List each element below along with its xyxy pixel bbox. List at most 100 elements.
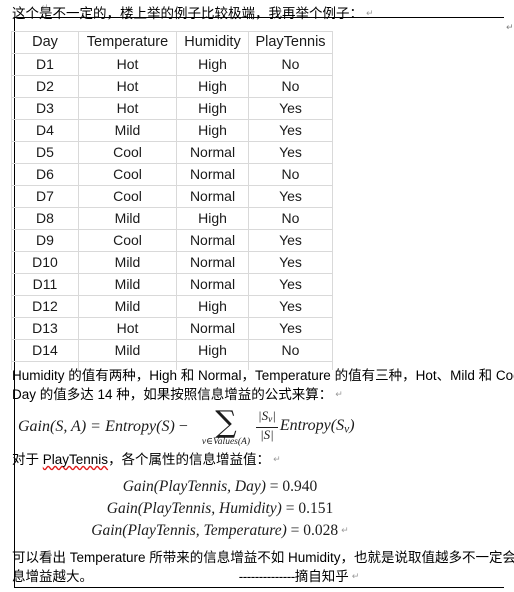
cell-temperature: Cool xyxy=(78,229,177,252)
summation-subscript: v∈Values(A) xyxy=(201,437,250,447)
gain-equals: = xyxy=(269,478,279,495)
cell-playtennis: Yes xyxy=(248,119,333,142)
table-row: D10 Mild Normal Yes xyxy=(11,251,333,274)
cell-day: D2 xyxy=(11,75,79,98)
table-row: D9 Cool Normal Yes xyxy=(11,229,333,252)
cell-temperature: Hot xyxy=(78,75,177,98)
cell-playtennis: Yes xyxy=(248,229,333,252)
cell-temperature: Hot xyxy=(78,317,177,340)
cell-playtennis: Yes xyxy=(248,251,333,274)
cell-humidity: High xyxy=(176,75,249,98)
cell-playtennis: No xyxy=(248,53,333,76)
cell-day: D10 xyxy=(11,251,79,274)
paragraph-mark-icon: ↵ xyxy=(341,525,349,536)
cell-temperature: Mild xyxy=(78,339,177,362)
cell-humidity: Normal xyxy=(176,229,249,252)
table-row: D2 Hot High No xyxy=(11,75,333,98)
paragraph-mark-icon: ↵ xyxy=(351,571,360,582)
gain-result-row: Gain(PlayTennis, Humidity) = 0.151 xyxy=(0,498,440,520)
conclusion-paragraph: 可以看出 Temperature 所带来的信息增益不如 Humidity，也就是… xyxy=(12,548,514,584)
cell-day: D1 xyxy=(11,53,79,76)
cell-temperature: Cool xyxy=(78,141,177,164)
paragraph-mark-icon: ↵ xyxy=(273,454,281,465)
column-header-day: Day xyxy=(11,31,79,54)
gain-equals: = xyxy=(290,522,300,539)
summation-block: ∑ v∈Values(A) xyxy=(201,405,250,448)
cell-day: D13 xyxy=(11,317,79,340)
cell-temperature: Hot xyxy=(78,53,177,76)
gain-results-block: Gain(PlayTennis, Day) = 0.940 Gain(PlayT… xyxy=(0,476,440,542)
cell-playtennis: No xyxy=(248,75,333,98)
gain-value: 0.151 xyxy=(298,500,334,517)
cell-playtennis: Yes xyxy=(248,317,333,340)
for-prefix: 对于 xyxy=(12,452,43,467)
table-row: D3 Hot High Yes xyxy=(11,97,333,120)
explanation-line-2: Day 的值多达 14 种，如果按照信息增益的公式来算： xyxy=(12,387,333,402)
cell-day: D8 xyxy=(11,207,79,230)
gain-expression: Gain(PlayTennis, Humidity) xyxy=(106,500,282,517)
cell-day: D6 xyxy=(11,163,79,186)
explanation-line-2-wrapper: Day 的值多达 14 种，如果按照信息增益的公式来算： ↵ xyxy=(12,385,343,404)
signature-dashes: -------------- xyxy=(238,569,295,584)
cell-playtennis: Yes xyxy=(248,185,333,208)
cell-playtennis: Yes xyxy=(248,141,333,164)
formula-lhs: Gain(S, A) xyxy=(18,417,87,435)
intro-paragraph: 这个是不一定的，楼上举的例子比较极端，我再举个例子： ↵ xyxy=(12,5,374,23)
table-row: D13 Hot Normal Yes xyxy=(11,317,333,340)
conclusion-line-2: 息增益越大。 xyxy=(12,569,93,584)
cell-humidity: High xyxy=(176,295,249,318)
gain-result-row: Gain(PlayTennis, Temperature) = 0.028 ↵ xyxy=(0,520,440,542)
table-row: D1 Hot High No xyxy=(11,53,333,76)
formula-entropy-s: Entropy(S) xyxy=(105,417,175,435)
misspelled-word-playtennis: PlayTennis xyxy=(42,452,109,467)
paragraph-mark-icon: ↵ xyxy=(335,389,343,400)
cell-humidity: High xyxy=(176,207,249,230)
formula-equals: = xyxy=(91,417,101,435)
cell-day: D3 xyxy=(11,97,79,120)
cell-day: D4 xyxy=(11,119,79,142)
gain-equals: = xyxy=(285,500,295,517)
cell-day: D12 xyxy=(11,295,79,318)
cell-temperature: Mild xyxy=(78,207,177,230)
table-row: D11 Mild Normal Yes xyxy=(11,273,333,296)
cell-humidity: High xyxy=(176,53,249,76)
conclusion-line-1: 可以看出 Temperature 所带来的信息增益不如 Humidity，也就是… xyxy=(12,550,514,565)
explanation-paragraph: Humidity 的值有两种，High 和 Normal，Temperature… xyxy=(12,366,514,402)
cell-playtennis: No xyxy=(248,207,333,230)
playtennis-data-table: Day Temperature Humidity PlayTennis D1 Ho… xyxy=(11,31,333,370)
formula-minus: − xyxy=(178,417,188,435)
cell-humidity: High xyxy=(176,97,249,120)
gain-value: 0.940 xyxy=(282,478,318,495)
table-row: D7 Cool Normal Yes xyxy=(11,185,333,208)
cell-humidity: Normal xyxy=(176,185,249,208)
table-row: D8 Mild High No xyxy=(11,207,333,230)
cell-humidity: Normal xyxy=(176,141,249,164)
cell-day: D9 xyxy=(11,229,79,252)
information-gain-formula: Gain(S, A) = Entropy(S) − ∑ v∈Values(A) … xyxy=(18,405,355,448)
cell-humidity: Normal xyxy=(176,163,249,186)
cell-day: D7 xyxy=(11,185,79,208)
cell-temperature: Mild xyxy=(78,273,177,296)
column-header-humidity: Humidity xyxy=(176,31,249,54)
paragraph-mark-icon: ↵ xyxy=(506,22,514,32)
sigma-icon: ∑ xyxy=(215,405,237,440)
column-header-temperature: Temperature xyxy=(78,31,177,54)
cell-temperature: Mild xyxy=(78,119,177,142)
gain-value: 0.028 xyxy=(303,522,339,539)
fraction-numerator: |Sv| xyxy=(258,407,276,426)
cell-day: D14 xyxy=(11,339,79,362)
fraction-denominator: |S| xyxy=(260,427,274,443)
explanation-line-1: Humidity 的值有两种，High 和 Normal，Temperature… xyxy=(12,368,514,383)
cell-playtennis: Yes xyxy=(248,273,333,296)
table-row: D14 Mild High No xyxy=(11,339,333,362)
cell-humidity: High xyxy=(176,339,249,362)
conclusion-line-2-wrapper: 息增益越大。 --------------摘自知乎 ↵ xyxy=(12,567,359,586)
gain-expression: Gain(PlayTennis, Day) xyxy=(122,478,266,495)
cell-day: D5 xyxy=(11,141,79,164)
for-playtennis-paragraph: 对于 PlayTennis，各个属性的信息增益值： ↵ xyxy=(12,450,281,469)
cell-humidity: High xyxy=(176,119,249,142)
formula-entropy-sv: Entropy(Sv) xyxy=(279,417,355,436)
gain-expression: Gain(PlayTennis, Temperature) xyxy=(91,522,287,539)
cell-playtennis: No xyxy=(248,163,333,186)
cell-humidity: Normal xyxy=(176,251,249,274)
